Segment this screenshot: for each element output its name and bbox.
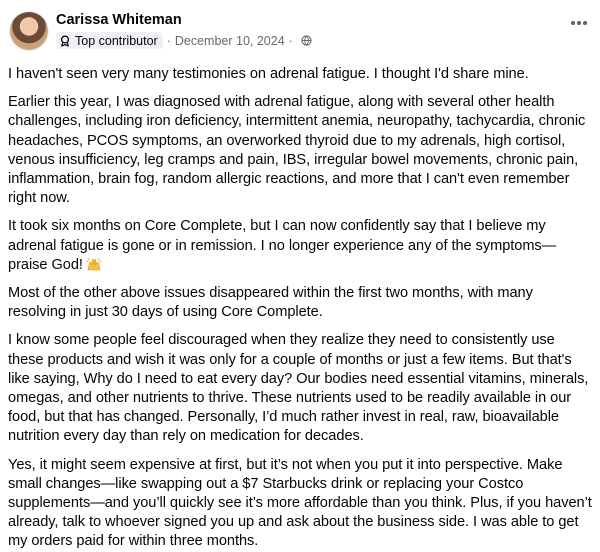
separator: · bbox=[288, 33, 293, 48]
avatar[interactable] bbox=[10, 12, 48, 50]
post-subline: Top contributor · December 10, 2024 · bbox=[56, 32, 312, 49]
post-body: I haven't seen very many testimonies on … bbox=[8, 65, 592, 552]
post-paragraph: I know some people feel discouraged when… bbox=[8, 332, 589, 445]
globe-icon bbox=[301, 35, 312, 46]
post-paragraph: I haven't seen very many testimonies on … bbox=[8, 66, 529, 82]
post-paragraph: Earlier this year, I was diagnosed with … bbox=[8, 94, 586, 207]
separator: · bbox=[166, 33, 171, 48]
post-header: Carissa Whiteman Top contributor · Decem… bbox=[8, 10, 592, 56]
post-paragraph: Most of the other above issues disappear… bbox=[8, 285, 533, 321]
post-meta: Carissa Whiteman Top contributor · Decem… bbox=[56, 11, 312, 49]
author-name[interactable]: Carissa Whiteman bbox=[56, 11, 312, 29]
post-date[interactable]: December 10, 2024 bbox=[175, 34, 285, 48]
post-paragraph: It took six months on Core Complete, but… bbox=[8, 217, 592, 275]
more-options-icon bbox=[571, 21, 575, 25]
top-contributor-badge[interactable]: Top contributor bbox=[56, 32, 163, 49]
contributor-badge-icon bbox=[60, 34, 70, 47]
more-options-button[interactable] bbox=[564, 12, 594, 34]
post-paragraph: Yes, it might seem expensive at first, b… bbox=[8, 456, 592, 550]
badge-label: Top contributor bbox=[75, 33, 158, 48]
post: Carissa Whiteman Top contributor · Decem… bbox=[0, 0, 600, 549]
raised-hands-emoji bbox=[86, 257, 102, 271]
